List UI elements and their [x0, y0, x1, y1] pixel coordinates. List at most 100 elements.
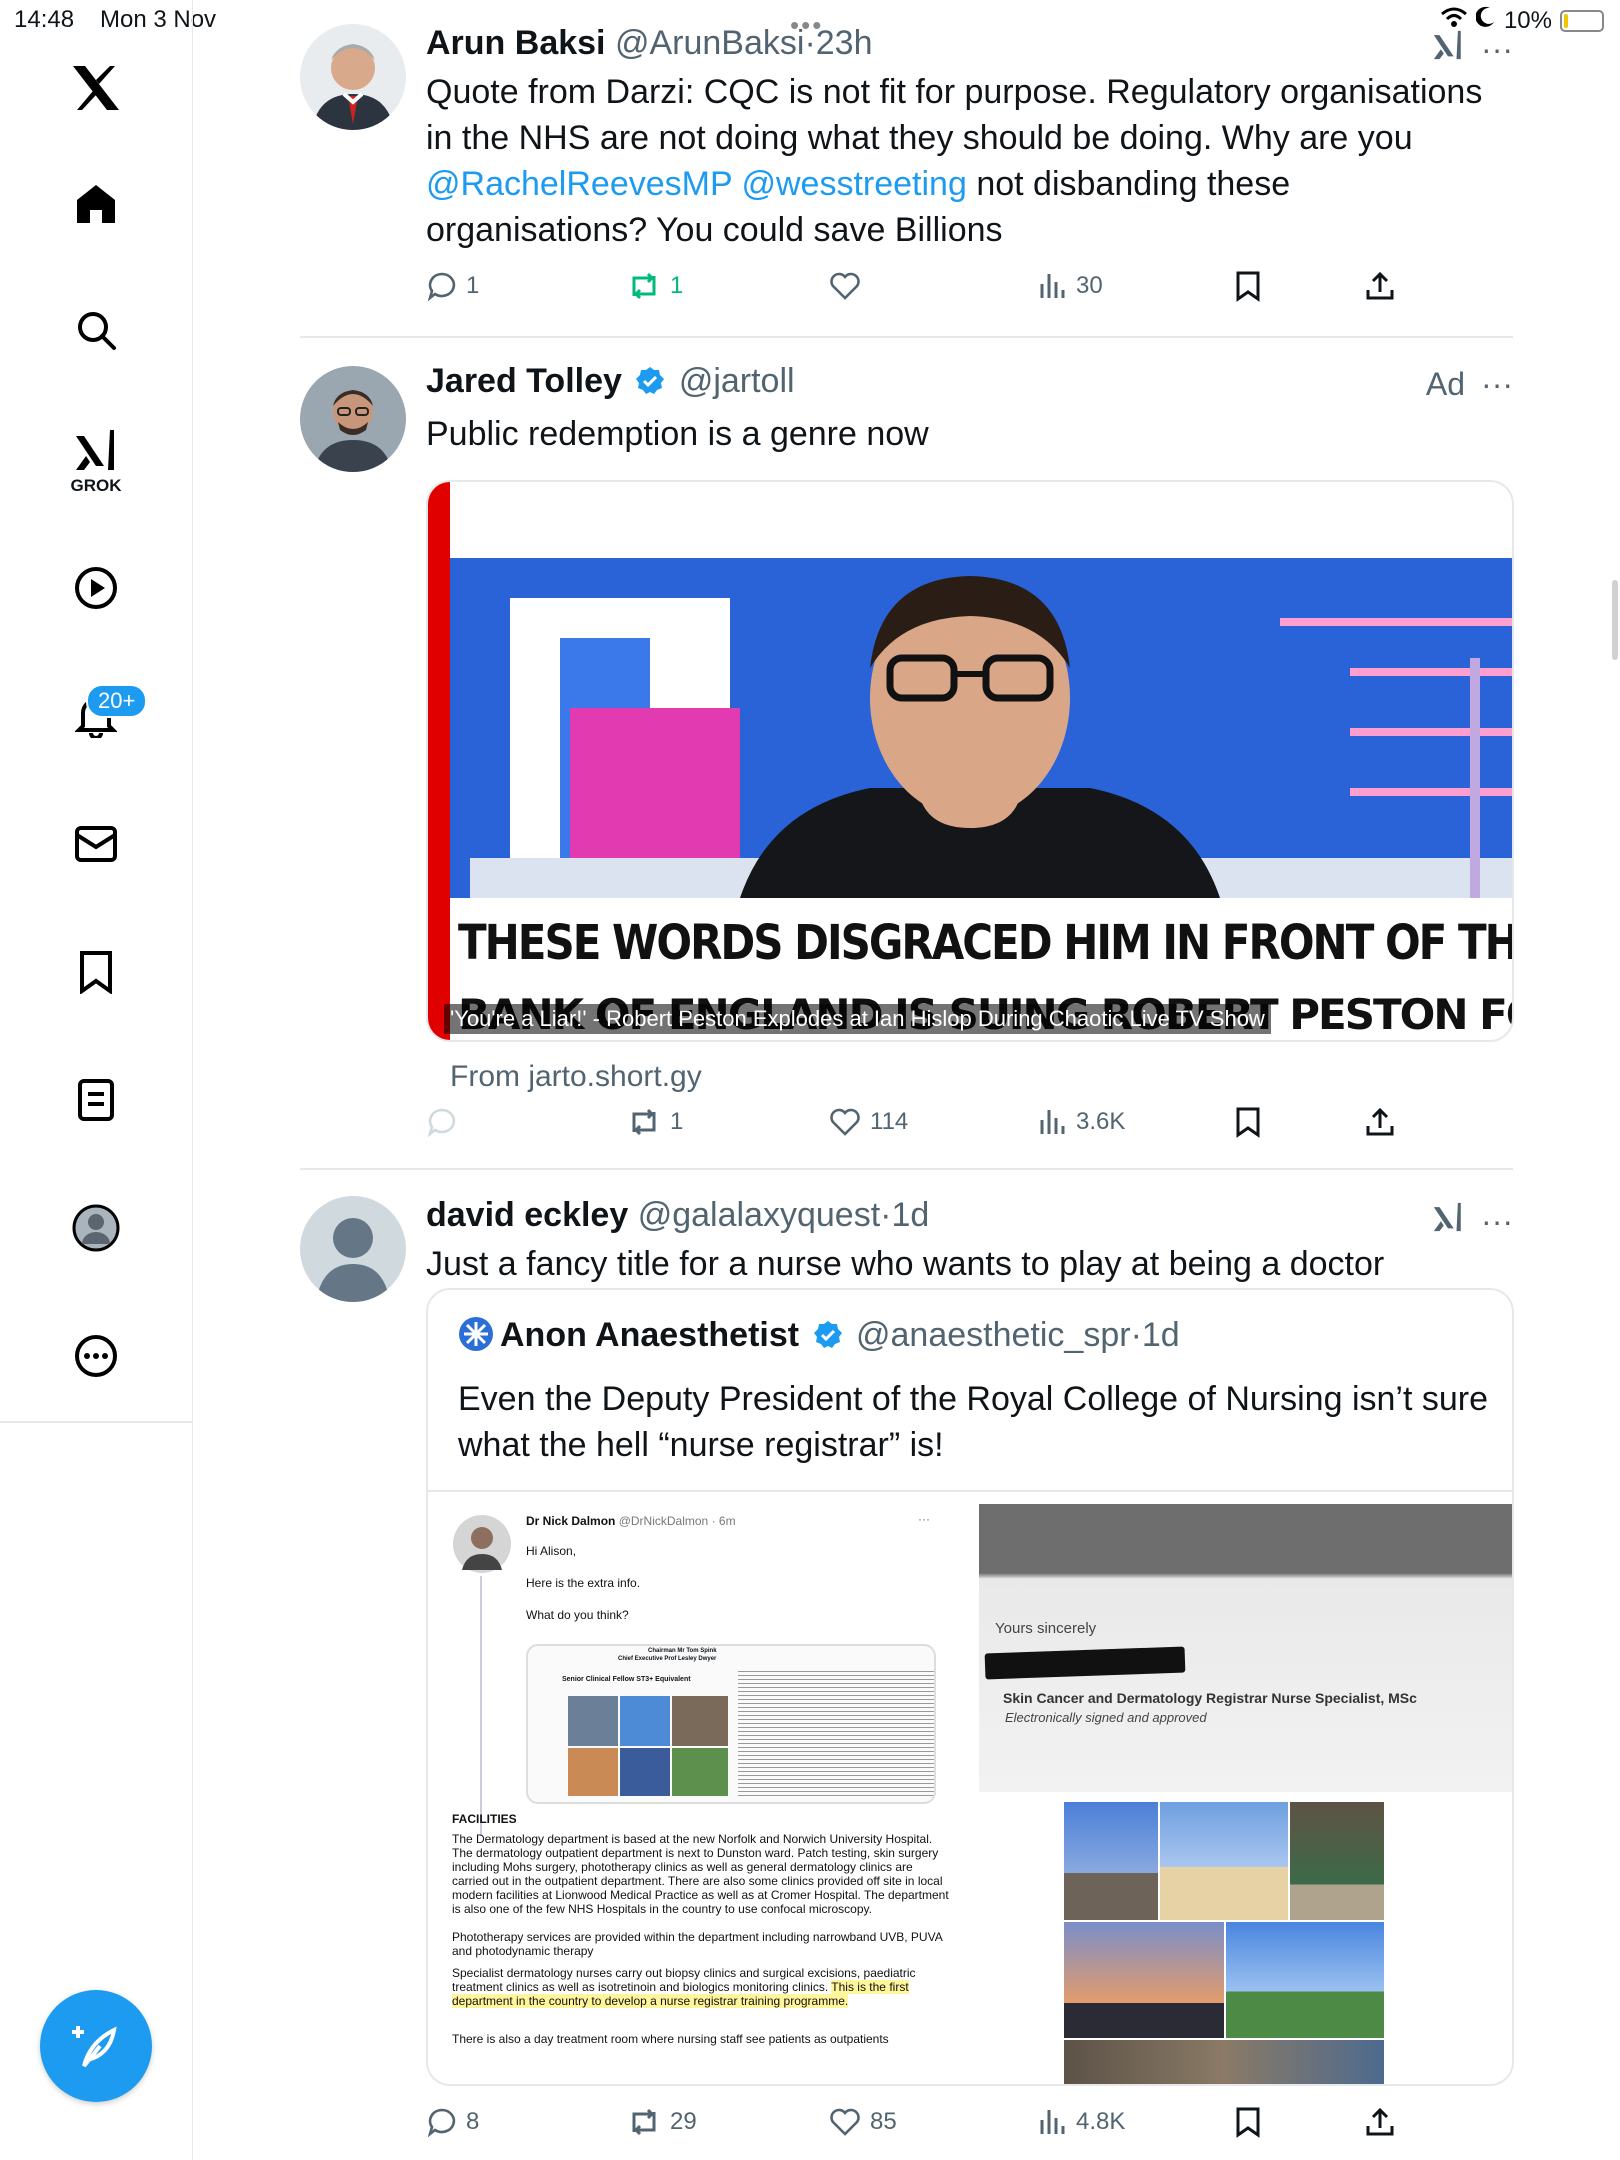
bookmark-button[interactable] [1234, 2106, 1262, 2138]
views-button[interactable]: 3.6K [1036, 1106, 1125, 1138]
messages-envelope-icon[interactable] [70, 818, 122, 870]
card-video-title: 'You're a Liar!' - Robert Peston Explode… [444, 1004, 1271, 1034]
bookmark-button[interactable] [1234, 1106, 1262, 1138]
grok-icon[interactable] [70, 424, 122, 476]
reply-button[interactable]: 1 [426, 270, 479, 302]
repost-button[interactable]: 1 [626, 270, 683, 302]
share-icon [1366, 2107, 1394, 2136]
doc-paragraph: Specialist dermatology nurses carry out … [452, 1966, 952, 2008]
verified-badge-icon [813, 1320, 843, 1359]
reply-icon [427, 272, 456, 302]
home-icon[interactable] [70, 178, 122, 230]
avatar[interactable] [300, 24, 406, 130]
doc-paragraph: The Dermatology department is based at t… [452, 1832, 949, 1916]
timestamp[interactable]: 1d [891, 1196, 929, 1234]
share-button[interactable] [1364, 1106, 1396, 1138]
like-button[interactable]: 114 [828, 1106, 908, 1138]
views-chart-icon [1040, 274, 1065, 298]
reply-count: 1 [466, 272, 480, 299]
quote-author-handle[interactable]: @anaesthetic_spr [856, 1316, 1131, 1354]
grok-icon[interactable] [1431, 28, 1465, 70]
embed-text-lines [738, 1668, 934, 1798]
more-icon[interactable]: ··· [1481, 31, 1513, 68]
tweet-body: Jared Tolley @jartoll Ad ··· Public rede… [426, 362, 1513, 457]
grok-icon[interactable] [1431, 1200, 1465, 1242]
doc-more-icon: ··· [918, 1512, 930, 1526]
norwich-photos-image[interactable] [1064, 1802, 1384, 2084]
scrollbar[interactable] [1612, 580, 1618, 660]
doc-author: Dr Nick Dalmon [526, 1514, 616, 1528]
document-screenshot-image[interactable]: Dr Nick Dalmon @DrNickDalmon · 6m ··· Hi… [428, 1492, 973, 2084]
author-name[interactable]: david eckley [426, 1196, 628, 1234]
author-handle[interactable]: @galalaxyquest [638, 1196, 880, 1234]
reply-icon [427, 1108, 456, 1138]
embed-photo-collage [568, 1696, 728, 1796]
tweet-actions: 8 29 85 4.8K [426, 2106, 1426, 2146]
video-play-icon[interactable] [70, 562, 122, 614]
reply-button[interactable]: 8 [426, 2106, 479, 2138]
battery-fill [1564, 13, 1568, 28]
more-options-icon[interactable] [70, 1330, 122, 1382]
mention-link[interactable]: @wesstreeting [741, 165, 966, 203]
more-icon[interactable]: ··· [1481, 1203, 1513, 1240]
tweet-actions: 1 1 30 [426, 270, 1426, 310]
heart-icon [830, 1108, 860, 1136]
views-button[interactable]: 4.8K [1036, 2106, 1125, 2138]
repost-button[interactable]: 1 [626, 1106, 683, 1138]
compose-feather-icon [72, 2026, 117, 2068]
search-icon[interactable] [70, 304, 122, 356]
letter-photo-image[interactable]: Yours sincerely Skin Cancer and Dermatol… [979, 1504, 1512, 1792]
lists-icon[interactable] [70, 1074, 122, 1126]
author-name[interactable]: Arun Baksi [426, 24, 606, 62]
avatar[interactable] [300, 1196, 406, 1302]
author-handle[interactable]: @ArunBaksi [615, 24, 804, 62]
share-button[interactable] [1364, 2106, 1396, 2138]
more-icon[interactable]: ··· [1481, 366, 1513, 403]
tweet-ad[interactable]: Jared Tolley @jartoll Ad ··· Public rede… [300, 362, 1514, 1162]
bookmark-button[interactable] [1234, 270, 1262, 302]
views-chart-icon [1040, 1110, 1065, 1134]
tweet-corner: ··· [1431, 1200, 1513, 1242]
share-button[interactable] [1364, 270, 1396, 302]
reply-count: 8 [466, 2108, 480, 2135]
author-name[interactable]: Jared Tolley [426, 362, 622, 400]
card-source-link[interactable]: From jarto.short.gy [450, 1060, 702, 1094]
author-handle[interactable]: @jartoll [679, 362, 795, 400]
repost-count: 1 [670, 272, 684, 299]
repost-icon [632, 1108, 656, 1136]
like-button[interactable]: 85 [828, 2106, 897, 2138]
repost-icon [632, 2108, 656, 2136]
tweet[interactable]: david eckley @galalaxyquest·1d ··· Just … [300, 1196, 1514, 2160]
compose-post-button[interactable] [40, 1990, 152, 2102]
tweet[interactable]: Arun Baksi @ArunBaksi·23h ··· Quote from… [300, 24, 1513, 324]
quote-avatar[interactable] [458, 1316, 494, 1361]
tv-presenter-image [450, 558, 1512, 898]
profile-avatar-icon[interactable] [70, 1202, 122, 1254]
tweet-header: Arun Baksi @ArunBaksi·23h [426, 24, 1513, 63]
card-headline: THESE WORDS DISGRACED HIM IN FRONT OF TH… [458, 914, 1512, 971]
quoted-tweet[interactable]: Anon Anaesthetist @anaesthetic_spr·1d Ev… [426, 1288, 1514, 2086]
tweet-actions: 1 114 3.6K [426, 1106, 1426, 1146]
bookmarks-icon[interactable] [70, 946, 122, 998]
views-button[interactable]: 30 [1036, 270, 1103, 302]
tweet-corner: ··· [1431, 28, 1513, 70]
ad-link-card[interactable]: THESE WORDS DISGRACED HIM IN FRONT OF TH… [426, 480, 1514, 1042]
quote-text: Even the Deputy President of the Royal C… [458, 1380, 1488, 1464]
card-red-bar [428, 482, 450, 1040]
doc-embed-header: Chairman Mr Tom Spink [648, 1648, 717, 1654]
like-count: 85 [870, 2108, 897, 2135]
reply-button[interactable] [426, 1106, 466, 1138]
redaction-mark [984, 1646, 1186, 1680]
mention-link[interactable]: @RachelReevesMP [426, 165, 732, 203]
repost-button[interactable]: 29 [626, 2106, 697, 2138]
timestamp[interactable]: 23h [816, 24, 873, 62]
ad-label: Ad [1425, 366, 1466, 402]
repost-count: 29 [670, 2108, 697, 2135]
like-button[interactable] [828, 270, 870, 302]
tweet-text: Quote from Darzi: CQC is not fit for pur… [426, 69, 1513, 253]
quote-media: Dr Nick Dalmon @DrNickDalmon · 6m ··· Hi… [428, 1490, 1512, 2084]
avatar[interactable] [300, 366, 406, 472]
tweet-divider [300, 1168, 1513, 1170]
x-logo-icon[interactable] [70, 62, 122, 114]
quote-author-name[interactable]: Anon Anaesthetist [500, 1316, 799, 1354]
